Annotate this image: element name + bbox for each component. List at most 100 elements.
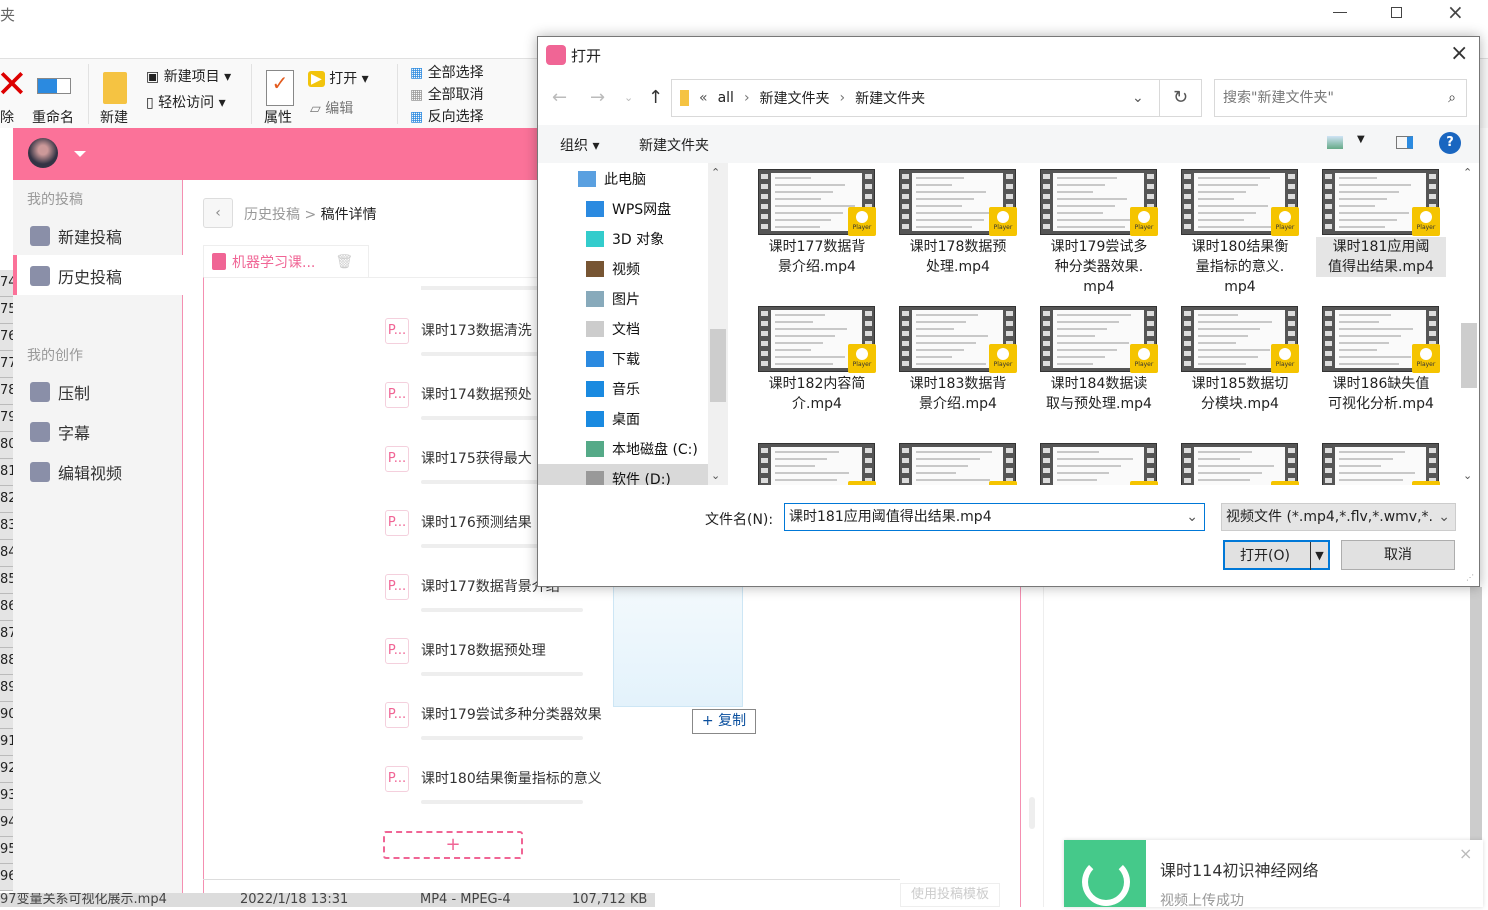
nav-item[interactable]: 3D 对象 <box>586 224 664 254</box>
nav-item[interactable]: 此电脑 <box>578 164 646 194</box>
item-title: 课时175获得最大 <box>421 451 532 467</box>
open-split-dropdown[interactable]: ▼ <box>1310 542 1328 570</box>
path-overflow[interactable]: « <box>699 90 708 106</box>
up-button[interactable]: ↑ <box>648 87 663 108</box>
progress-bar <box>421 800 583 804</box>
restore-button[interactable] <box>1391 7 1402 18</box>
status-row[interactable]: 97变量关系可视化展示.mp4 2022/1/18 13:31 MP4 - MP… <box>0 893 655 907</box>
filename-input[interactable]: 课时181应用阈值得出结果.mp4 ⌄ <box>784 503 1205 531</box>
view-dropdown-icon[interactable]: ▼ <box>1357 134 1365 145</box>
trash-icon[interactable]: 🗑 <box>335 254 353 270</box>
open-file-button[interactable]: 打开(O) ▼ <box>1223 540 1330 570</box>
avatar[interactable] <box>28 138 58 168</box>
right-scrollbar[interactable] <box>1470 587 1482 842</box>
add-item-button[interactable]: + <box>383 831 523 859</box>
delete-button[interactable]: 删除 <box>0 109 14 127</box>
file-name-line: 课时181应用阈 <box>1332 239 1430 255</box>
3d-objects-icon <box>586 231 604 247</box>
path-segment[interactable]: all <box>718 90 734 106</box>
sidebar-item-subtitle[interactable]: 字幕 <box>30 420 90 444</box>
resize-grip[interactable]: ⋰ <box>1466 573 1474 582</box>
path-sep: › <box>743 90 750 106</box>
select-all-button[interactable]: ▦ 全部选择 <box>410 64 484 82</box>
nav-item[interactable]: 文档 <box>586 314 640 344</box>
easy-access-button[interactable]: ▯ 轻松访问 ▾ <box>146 94 226 112</box>
minimize-button[interactable] <box>1333 12 1347 13</box>
new-folder-button[interactable]: 新建文件夹 <box>639 135 709 155</box>
breadcrumb-parent[interactable]: 历史投稿 <box>244 207 300 223</box>
organize-button[interactable]: 组织 ▾ <box>560 135 599 155</box>
use-template-button[interactable]: 使用投稿模板 <box>900 883 1000 907</box>
nav-item[interactable]: 软件 (D:) <box>538 464 708 485</box>
success-icon <box>1064 840 1146 907</box>
item-title: 课时179尝试多种分类器效果 <box>421 707 602 723</box>
select-none-button[interactable]: ▦ 全部取消 <box>410 86 484 104</box>
navigation-pane: 此电脑 WPS网盘 3D 对象 视频 图片 文档下载音乐 桌面 本地磁盘 (C:) 软件 (D:… <box>538 163 728 485</box>
cloud-icon <box>586 201 604 217</box>
sidebar-item-label: 编辑视频 <box>58 464 123 483</box>
list-item[interactable]: P... 课时179尝试多种分类器效果 <box>385 702 602 742</box>
nav-item[interactable]: WPS网盘 <box>586 194 671 224</box>
help-button[interactable]: ? <box>1439 132 1461 154</box>
list-item[interactable]: P... 课时178数据预处理 <box>385 638 585 678</box>
nav-item[interactable]: 下载 <box>586 344 640 374</box>
player-badge-icon: Player <box>989 344 1017 373</box>
new-item-button[interactable]: ▣ 新建项目 ▾ <box>146 68 231 86</box>
forward-nav-button[interactable]: → <box>590 87 605 108</box>
open-label: 打开 <box>329 71 358 87</box>
nav-item[interactable]: 桌面 <box>586 404 640 434</box>
row-number: 94 <box>0 810 14 837</box>
view-options-button[interactable] <box>1327 136 1343 149</box>
nav-label: 下载 <box>612 352 640 368</box>
sidebar-item-history[interactable]: 历史投稿 <box>30 264 122 288</box>
chevron-down-icon[interactable]: ⌄ <box>1186 504 1198 530</box>
nav-item[interactable]: 图片 <box>586 284 640 314</box>
file-name-line: 值得出结果.mp4 <box>1328 259 1434 275</box>
player-badge-icon: Player <box>1271 344 1299 373</box>
new-folder-button[interactable]: 新建 <box>100 109 128 127</box>
path-segment[interactable]: 新建文件夹 <box>760 88 830 108</box>
recent-dropdown[interactable]: ⌄ <box>624 91 633 104</box>
path-segment[interactable]: 新建文件夹 <box>855 88 925 108</box>
pictures-icon <box>586 291 604 307</box>
open-button[interactable]: ▶ 打开 ▾ <box>308 70 369 88</box>
chevron-down-icon[interactable] <box>74 151 86 163</box>
sidebar-item-label: 字幕 <box>58 424 91 443</box>
sidebar-item-compress[interactable]: 压制 <box>30 380 90 404</box>
address-bar[interactable]: « all › 新建文件夹 › 新建文件夹 ⌄ <box>671 79 1160 117</box>
back-nav-button[interactable]: ← <box>552 87 567 108</box>
preview-pane-button[interactable] <box>1396 136 1413 149</box>
nav-label: WPS网盘 <box>612 202 672 218</box>
nav-item[interactable]: 视频 <box>586 254 640 284</box>
tab-course[interactable]: 机器学习课... 🗑 <box>203 245 369 277</box>
sidebar-item-edit-video[interactable]: 编辑视频 <box>30 460 122 484</box>
close-window-button[interactable]: × <box>1447 0 1464 24</box>
file-name-line: mp4 <box>1083 279 1115 295</box>
file-type-select[interactable]: 视频文件 (*.mp4,*.flv,*.wmv,*. ⌄ <box>1221 503 1456 531</box>
cancel-button[interactable]: 取消 <box>1341 540 1455 570</box>
search-input[interactable]: 搜索"新建文件夹" ⌕ <box>1214 79 1467 117</box>
list-item[interactable]: P... 课时180结果衡量指标的意义 <box>385 766 602 806</box>
dialog-close-button[interactable]: × <box>1450 41 1468 66</box>
refresh-button[interactable]: ↻ <box>1160 79 1202 117</box>
row-number: 86 <box>0 594 14 621</box>
edit-button[interactable]: ▱ 编辑 <box>310 100 353 118</box>
scroll-thumb[interactable] <box>1029 797 1035 829</box>
file-scrollbar[interactable]: ⌃ ⌄ <box>1460 163 1478 485</box>
video-file-icon <box>212 253 226 270</box>
rename-button[interactable]: 重命名 <box>32 109 74 127</box>
invert-label: 反向选择 <box>427 109 484 125</box>
nav-scrollbar[interactable]: ⌃ ⌄ <box>708 163 728 485</box>
row-number: 79 <box>0 405 14 432</box>
nav-item[interactable]: 本地磁盘 (C:) <box>586 434 698 464</box>
sidebar-item-new-post[interactable]: 新建投稿 <box>30 224 122 248</box>
player-label: Player <box>852 224 872 231</box>
close-toast-icon[interactable]: × <box>1459 844 1472 863</box>
nav-item[interactable]: 音乐 <box>586 374 640 404</box>
chevron-down-icon[interactable]: ⌄ <box>1132 90 1144 106</box>
delete-icon: ✕ <box>0 62 28 106</box>
properties-button[interactable]: 属性 <box>264 109 292 127</box>
back-button[interactable]: ‹ <box>203 198 233 228</box>
invert-selection-button[interactable]: ▦ 反向选择 <box>410 108 484 126</box>
select-none-label: 全部取消 <box>427 87 484 103</box>
